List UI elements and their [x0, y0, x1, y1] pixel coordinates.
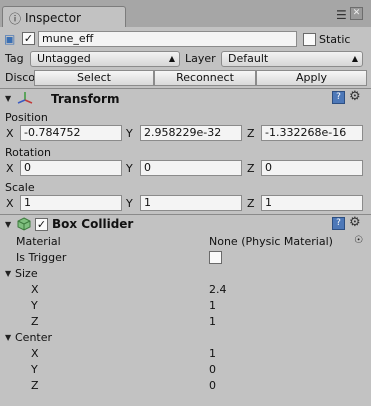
- rotation-x-field[interactable]: 0: [20, 160, 122, 176]
- tag-label: Tag: [5, 52, 24, 65]
- is-trigger-label: Is Trigger: [16, 251, 67, 264]
- size-z-label: Z: [31, 315, 39, 328]
- static-checkbox[interactable]: [303, 33, 316, 46]
- size-x-value[interactable]: 2.4: [209, 283, 227, 296]
- position-z-field[interactable]: -1.332268e-16: [261, 125, 363, 141]
- close-icon[interactable]: ✕: [350, 7, 363, 20]
- center-z-value[interactable]: 0: [209, 379, 216, 392]
- center-label: Center: [15, 331, 53, 344]
- center-y-value[interactable]: 0: [209, 363, 216, 376]
- transform-title: Transform: [51, 92, 120, 106]
- collider-fold-arrow[interactable]: ▼: [5, 220, 11, 229]
- position-y-field[interactable]: 2.958229e-32: [140, 125, 242, 141]
- collider-enabled-checkbox[interactable]: ✓: [35, 218, 48, 231]
- object-name-field[interactable]: mune_eff: [38, 31, 297, 47]
- context-menu-icon[interactable]: ☰: [336, 8, 347, 22]
- scale-z-field[interactable]: 1: [261, 195, 363, 211]
- select-button[interactable]: Select: [34, 70, 154, 86]
- position-x-field[interactable]: -0.784752: [20, 125, 122, 141]
- size-y-label: Y: [31, 299, 38, 312]
- gear-icon[interactable]: ⚙: [349, 215, 361, 230]
- separator: [0, 88, 371, 89]
- active-checkbox[interactable]: ✓: [22, 32, 35, 45]
- center-y-label: Y: [31, 363, 38, 376]
- scale-x-field[interactable]: 1: [20, 195, 122, 211]
- tab-inspector-label: Inspector: [25, 11, 81, 25]
- cube-icon: ▣: [4, 32, 16, 46]
- rotation-z-field[interactable]: 0: [261, 160, 363, 176]
- tag-dropdown-value: Untagged: [37, 52, 91, 65]
- inspector-icon: ⓘ: [9, 12, 22, 26]
- layer-dropdown[interactable]: Default ▲︎: [221, 51, 363, 67]
- position-x-label: X: [6, 127, 14, 140]
- scale-x-label: X: [6, 197, 14, 210]
- center-x-label: X: [31, 347, 39, 360]
- static-label: Static: [319, 33, 351, 46]
- box-collider-title: Box Collider: [52, 217, 134, 231]
- size-x-label: X: [31, 283, 39, 296]
- gear-icon[interactable]: ⚙: [349, 89, 361, 104]
- size-y-value[interactable]: 1: [209, 299, 216, 312]
- size-z-value[interactable]: 1: [209, 315, 216, 328]
- scale-label: Scale: [5, 181, 35, 194]
- rotation-x-label: X: [6, 162, 14, 175]
- apply-button[interactable]: Apply: [256, 70, 367, 86]
- material-value[interactable]: None (Physic Material): [209, 235, 333, 248]
- transform-fold-arrow[interactable]: ▼: [5, 94, 11, 103]
- material-label: Material: [16, 235, 61, 248]
- tab-inspector[interactable]: ⓘ Inspector: [2, 6, 126, 27]
- reconnect-button[interactable]: Reconnect: [154, 70, 256, 86]
- axes-icon: [17, 92, 33, 104]
- help-icon[interactable]: ?: [332, 91, 345, 104]
- rotation-y-field[interactable]: 0: [140, 160, 242, 176]
- collider-icon: [17, 217, 31, 231]
- rotation-z-label: Z: [247, 162, 255, 175]
- center-fold-arrow[interactable]: ▼: [5, 333, 11, 342]
- rotation-y-label: Y: [126, 162, 133, 175]
- is-trigger-checkbox[interactable]: [209, 251, 222, 264]
- chevron-down-icon: ▲︎: [351, 54, 358, 63]
- layer-dropdown-value: Default: [228, 52, 269, 65]
- size-fold-arrow[interactable]: ▼: [5, 269, 11, 278]
- separator: [0, 214, 371, 215]
- rotation-label: Rotation: [5, 146, 52, 159]
- tag-dropdown[interactable]: Untagged ▲︎: [30, 51, 180, 67]
- center-x-value[interactable]: 1: [209, 347, 216, 360]
- position-y-label: Y: [126, 127, 133, 140]
- size-label: Size: [15, 267, 38, 280]
- scale-y-label: Y: [126, 197, 133, 210]
- layer-label: Layer: [185, 52, 216, 65]
- object-picker-icon[interactable]: ☉: [354, 235, 363, 246]
- scale-y-field[interactable]: 1: [140, 195, 242, 211]
- chevron-down-icon: ▲︎: [168, 54, 175, 63]
- position-label: Position: [5, 111, 48, 124]
- position-z-label: Z: [247, 127, 255, 140]
- scale-z-label: Z: [247, 197, 255, 210]
- center-z-label: Z: [31, 379, 39, 392]
- help-icon[interactable]: ?: [332, 217, 345, 230]
